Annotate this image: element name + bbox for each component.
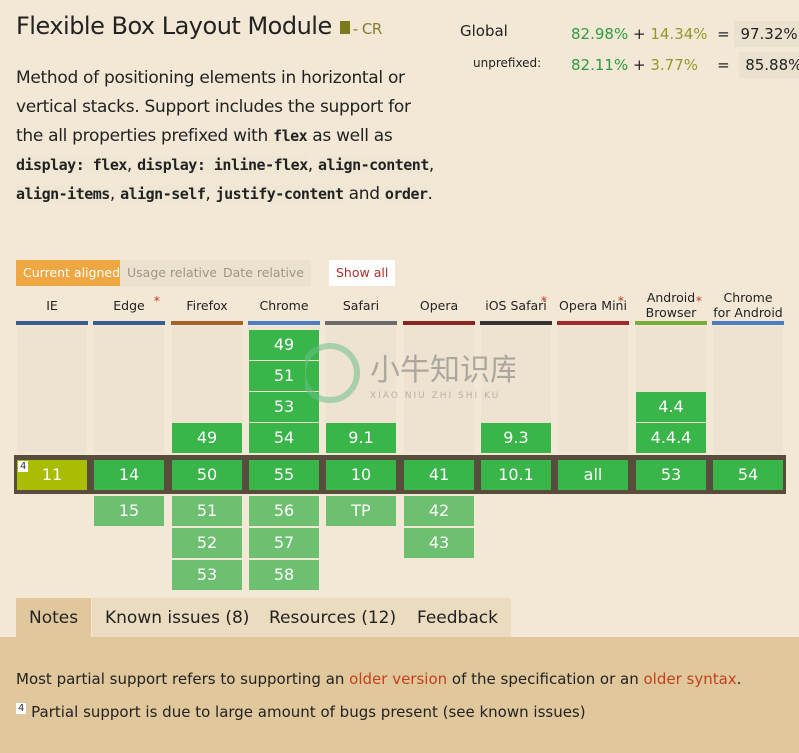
date-relative-button[interactable]: Date relative (216, 260, 311, 286)
browser-name: Edge (113, 297, 145, 313)
version-cell-past[interactable]: 4.4.4 (636, 423, 706, 453)
browser-header[interactable]: Chrome (249, 290, 319, 320)
version-cell-current[interactable]: 41 (404, 460, 474, 490)
version-cell-past[interactable]: 9.3 (481, 423, 551, 453)
version-cell-current[interactable]: 55 (249, 460, 319, 490)
unprefixed-label: unprefixed: (473, 56, 542, 70)
version-cell-future[interactable]: 15 (94, 496, 164, 526)
version-cell-current[interactable]: 11 4 (17, 460, 87, 490)
svg-text:小牛知识库: 小牛知识库 (370, 353, 515, 388)
browser-name: IE (46, 297, 58, 313)
browser-color-bar (325, 321, 397, 325)
version-cell-current[interactable]: 54 (713, 460, 783, 490)
version-cell-current[interactable]: 50 (172, 460, 242, 490)
version-cell-current[interactable]: 10.1 (481, 460, 551, 490)
browser-header[interactable]: Safari (326, 290, 396, 320)
browser-name: Opera (419, 297, 459, 313)
version-cell-future[interactable]: 43 (404, 528, 474, 558)
note-marker: 4 (18, 461, 29, 472)
svg-text:XIAO NIU ZHI SHI KU: XIAO NIU ZHI SHI KU (370, 391, 500, 401)
notes-panel (0, 637, 799, 753)
spec-status[interactable]: - CR (353, 20, 383, 38)
older-syntax-link[interactable]: older syntax (643, 670, 736, 688)
browser-name: Firefox (186, 297, 228, 313)
page-title: Flexible Box Layout Module - CR (16, 12, 382, 40)
note-star-icon: * (153, 293, 160, 308)
browser-name: Opera Mini (559, 297, 627, 313)
version-cell-future[interactable]: 52 (172, 528, 242, 558)
version-cell-current[interactable]: 53 (636, 460, 706, 490)
watermark-logo: 小牛知识库 XIAO NIU ZHI SHI KU (305, 343, 515, 403)
version-cell-past[interactable]: 4.4 (636, 392, 706, 422)
browser-header[interactable]: Edge * (94, 290, 164, 320)
usage-relative-button[interactable]: Usage relative (120, 260, 225, 286)
browser-header[interactable]: IE (17, 290, 87, 320)
browser-name: Chrome for Android (713, 290, 783, 320)
note-star-icon: * (695, 293, 702, 308)
browser-column-bg (713, 326, 783, 453)
browser-column-bg (17, 326, 87, 453)
tab-notes[interactable]: Notes (16, 598, 92, 637)
version-cell-past[interactable]: 54 (249, 423, 319, 453)
current-aligned-button[interactable]: Current aligned (16, 260, 128, 286)
note-general: Most partial support refers to supportin… (16, 670, 742, 688)
version-cell-current[interactable]: 14 (94, 460, 164, 490)
version-cell-future[interactable]: 42 (404, 496, 474, 526)
note-star-icon: * (540, 293, 547, 308)
note-4: 4 Partial support is due to large amount… (16, 703, 586, 721)
version-cell-current[interactable]: all (558, 460, 628, 490)
version-cell-past[interactable]: 9.1 (326, 423, 396, 453)
browser-name: Safari (342, 297, 380, 313)
global-label: Global (460, 22, 508, 40)
browser-color-bar (248, 321, 320, 325)
browser-header[interactable]: iOS Safari * (481, 290, 551, 320)
browser-header[interactable]: Opera (404, 290, 474, 320)
browser-column-bg (558, 326, 628, 453)
version-cell-future[interactable]: 57 (249, 528, 319, 558)
version-cell-future[interactable]: 56 (249, 496, 319, 526)
tab-resources[interactable]: Resources (12) (256, 598, 410, 637)
browser-header[interactable]: Android Browser * (636, 290, 706, 320)
browser-header[interactable]: Chrome for Android (713, 290, 783, 320)
show-all-button[interactable]: Show all (329, 260, 396, 286)
browser-color-bar (16, 321, 88, 325)
browser-column-bg (94, 326, 164, 453)
browser-header[interactable]: Opera Mini * (558, 290, 628, 320)
browser-color-bar (480, 321, 552, 325)
global-usage: 82.98% + 14.34% = 97.32% (571, 21, 799, 47)
note-star-icon: * (617, 293, 624, 308)
browser-name: iOS Safari (485, 297, 547, 313)
older-version-link[interactable]: older version (349, 670, 447, 688)
version-cell-current[interactable]: 10 (326, 460, 396, 490)
browser-color-bar (93, 321, 165, 325)
browser-color-bar (171, 321, 243, 325)
version-cell-future[interactable]: 53 (172, 560, 242, 590)
version-cell-future[interactable]: 51 (172, 496, 242, 526)
browser-header[interactable]: Firefox (172, 290, 242, 320)
document-icon[interactable] (339, 21, 350, 34)
version-cell-future[interactable]: TP (326, 496, 396, 526)
browser-color-bar (403, 321, 475, 325)
tab-feedback[interactable]: Feedback (404, 598, 511, 637)
feature-description: Method of positioning elements in horizo… (16, 68, 434, 204)
version-cell-future[interactable]: 58 (249, 560, 319, 590)
browser-name: Chrome (259, 297, 309, 313)
browser-color-bar (712, 321, 784, 325)
browser-color-bar (557, 321, 629, 325)
version-cell-past[interactable]: 49 (172, 423, 242, 453)
unprefixed-usage: 82.11% + 3.77% = 85.88% (571, 52, 799, 78)
browser-color-bar (635, 321, 707, 325)
tab-known-issues[interactable]: Known issues (8) (92, 598, 263, 637)
